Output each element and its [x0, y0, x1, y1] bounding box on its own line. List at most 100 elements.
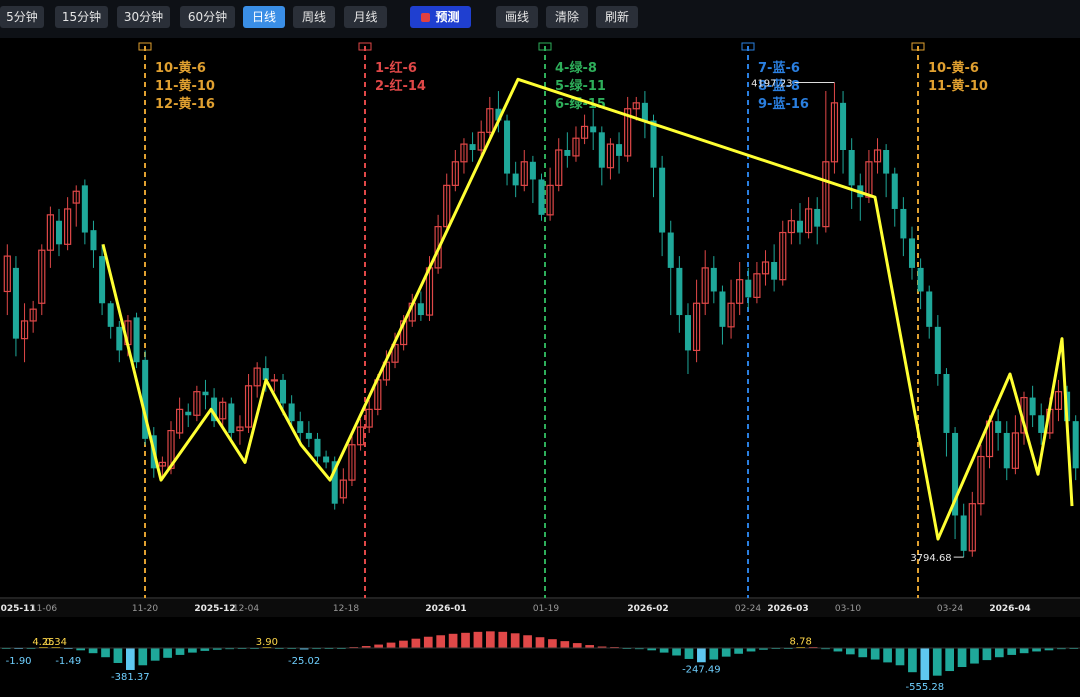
macd-bar [659, 648, 669, 653]
macd-value-label: 8.78 [790, 637, 812, 648]
macd-bar [411, 638, 421, 648]
macd-bar [560, 641, 570, 648]
macd-bar [436, 635, 446, 648]
macd-bar [895, 648, 905, 666]
macd-bar [175, 648, 185, 655]
candle-body [641, 102, 648, 121]
candle-body [848, 150, 855, 186]
candle-body [469, 144, 476, 150]
signal-label: 11-黄-10 [155, 78, 215, 94]
candle-body [676, 267, 683, 316]
date-tick-label: 11-06 [31, 604, 57, 614]
candle-body [719, 291, 726, 327]
signal-label: 5-绿-11 [555, 78, 606, 94]
candle-body [943, 374, 950, 433]
candle-body [883, 150, 890, 174]
macd-bar [448, 633, 458, 648]
predict-button[interactable]: 预测 [410, 6, 471, 28]
macd-bar [535, 637, 545, 648]
candle-body [590, 126, 597, 133]
macd-bar [163, 648, 172, 658]
candle-body [710, 267, 717, 292]
macd-bar [188, 648, 197, 653]
candle-body [1003, 432, 1010, 469]
date-tick-label: 12-04 [233, 604, 259, 614]
candle-body [323, 456, 330, 463]
candle-body [12, 267, 19, 339]
candle-body [297, 421, 304, 433]
candle-body [1072, 421, 1079, 469]
toolbar: 5分钟 15分钟 30分钟 60分钟 日线 周线 月线 预测 画线 清除 刷新 [0, 0, 1080, 38]
period-daily-button[interactable]: 日线 [243, 6, 285, 28]
date-tick-label: 2026-01 [425, 604, 466, 614]
candle-body [659, 167, 666, 233]
candle-body [202, 391, 209, 396]
period-15min-button[interactable]: 15分钟 [55, 6, 108, 28]
macd-bar [721, 648, 731, 657]
candle-body [133, 317, 140, 363]
kline-chart[interactable]: 10-黄-6 11-黄-10 12-黄-16 1-红-6 2-红-14 4-绿-8 5-绿-… [0, 38, 1080, 697]
signal-label: 2-红-14 [375, 78, 426, 94]
low-price-label: 3794.68 [910, 553, 951, 564]
candle-body [314, 438, 321, 457]
candle-body [796, 220, 803, 233]
candle-body [288, 403, 295, 422]
period-60min-button[interactable]: 60分钟 [180, 6, 235, 28]
macd-value-label: -1.49 [55, 656, 81, 667]
candle-body [504, 120, 511, 174]
candle-body [900, 208, 907, 239]
macd-bar [858, 648, 868, 658]
macd-bar [833, 648, 843, 652]
candle-body [185, 411, 192, 416]
macd-bar [88, 648, 98, 654]
macd-value-label: -381.37 [111, 672, 150, 683]
date-tick-label: 11-20 [132, 604, 158, 614]
candle-body [538, 179, 545, 215]
macd-bar [374, 644, 383, 648]
signal-label: 9-蓝-16 [758, 96, 809, 112]
signal-label: 7-蓝-6 [758, 60, 800, 76]
refresh-button[interactable]: 刷新 [596, 6, 638, 28]
candle-body [745, 279, 752, 298]
macd-bar [746, 648, 756, 652]
macd-bar [498, 631, 508, 648]
macd-bar [932, 648, 942, 676]
macd-bar [883, 648, 892, 663]
candle-body [917, 267, 924, 292]
period-weekly-button[interactable]: 周线 [293, 6, 335, 28]
signal-label: 11-黄-10 [928, 78, 988, 94]
candle-body [814, 208, 821, 227]
candle-body [926, 291, 933, 327]
macd-value-label: -247.49 [682, 664, 721, 675]
period-monthly-button[interactable]: 月线 [344, 6, 387, 28]
macd-value-label: 3.90 [256, 637, 278, 648]
macd-bar [399, 640, 408, 648]
draw-line-button[interactable]: 画线 [496, 6, 538, 28]
predict-icon [421, 13, 431, 22]
candle-body [1029, 397, 1036, 416]
macd-bar [994, 648, 1004, 658]
candle-body [908, 238, 916, 268]
signal-label: 1-红-6 [375, 60, 417, 76]
clear-button[interactable]: 清除 [546, 6, 588, 28]
macd-bar [548, 639, 557, 648]
period-30min-button[interactable]: 30分钟 [117, 6, 170, 28]
macd-bar [709, 648, 719, 660]
candle-body [1038, 415, 1045, 433]
macd-bar [138, 648, 148, 666]
candle-body [934, 326, 941, 374]
macd-bar [982, 648, 992, 661]
period-5min-button[interactable]: 5分钟 [0, 6, 44, 28]
macd-bar [1019, 648, 1029, 654]
macd-bar [957, 648, 967, 668]
macd-bar [510, 633, 520, 648]
macd-bar [970, 648, 979, 664]
macd-bar [734, 648, 743, 654]
date-tick-label: 01-19 [533, 604, 559, 614]
macd-value-label: 0.34 [45, 637, 67, 648]
macd-bar [473, 631, 483, 648]
candle-body [995, 421, 1002, 433]
signal-label: 10-黄-6 [928, 60, 979, 76]
signal-label: 10-黄-6 [155, 60, 206, 76]
date-tick-label: 03-24 [937, 604, 963, 614]
